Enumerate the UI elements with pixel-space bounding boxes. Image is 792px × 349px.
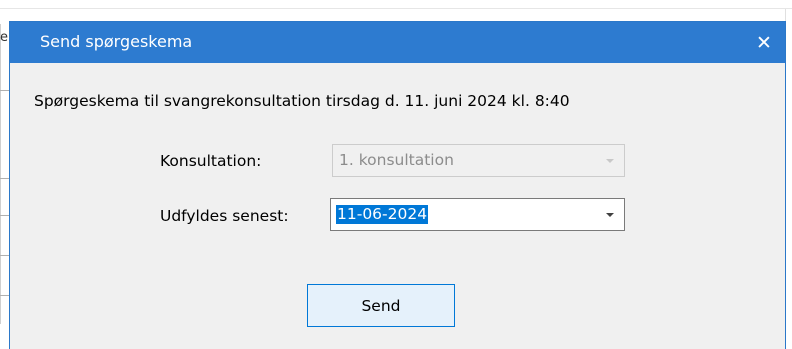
dialog-titlebar[interactable]: Send spørgeskema ✕ <box>10 22 785 63</box>
chevron-down-icon <box>606 159 614 163</box>
background-edge <box>0 24 1 324</box>
konsultation-dropdown: 1. konsultation <box>332 144 625 177</box>
udfyldes-senest-date-picker[interactable]: 11-06-2024 <box>330 198 625 231</box>
send-questionnaire-dialog: Send spørgeskema ✕ Spørgeskema til svang… <box>9 21 786 349</box>
background-text-fragment: e <box>0 30 8 45</box>
dialog-title: Send spørgeskema <box>40 32 193 51</box>
close-button[interactable]: ✕ <box>743 22 785 63</box>
background-divider <box>0 8 792 9</box>
konsultation-value: 1. konsultation <box>339 151 454 169</box>
questionnaire-description: Spørgeskema til svangrekonsultation tirs… <box>34 92 570 110</box>
close-icon: ✕ <box>756 31 772 54</box>
udfyldes-senest-label: Udfyldes senest: <box>160 207 289 225</box>
konsultation-label: Konsultation: <box>160 152 262 170</box>
chevron-down-icon[interactable] <box>606 213 614 217</box>
udfyldes-senest-value[interactable]: 11-06-2024 <box>336 205 429 224</box>
send-button[interactable]: Send <box>307 284 455 327</box>
